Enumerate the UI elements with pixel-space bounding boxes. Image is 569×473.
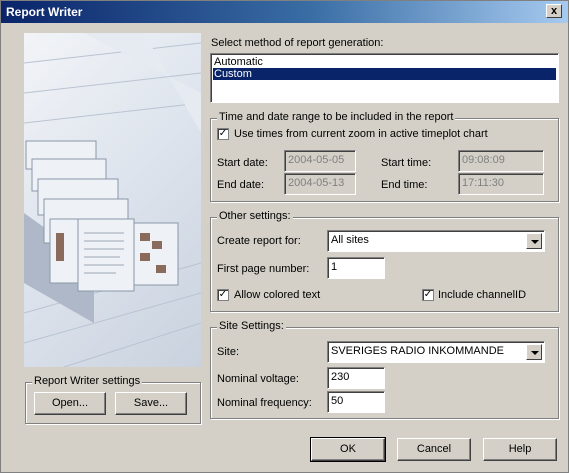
create-report-for-dropdown[interactable]: All sites: [327, 230, 545, 252]
report-writer-settings-title: Report Writer settings: [32, 375, 143, 387]
end-time-field[interactable]: 17:11:30: [458, 173, 544, 195]
create-report-for-value: All sites: [331, 234, 369, 246]
start-date-field[interactable]: 2004-05-05: [284, 150, 356, 172]
site-value: SVERIGES RADIO INKOMMANDE: [331, 345, 504, 357]
first-page-field[interactable]: 1: [327, 257, 385, 279]
chevron-down-icon[interactable]: [526, 233, 542, 249]
chevron-down-icon[interactable]: [526, 344, 542, 360]
nominal-frequency-label: Nominal frequency:: [217, 397, 312, 409]
end-date-label: End date:: [217, 179, 265, 191]
method-option-automatic[interactable]: Automatic: [213, 56, 556, 68]
method-label: Select method of report generation:: [211, 37, 384, 49]
site-settings-title: Site Settings:: [217, 320, 286, 332]
open-button[interactable]: Open...: [34, 392, 106, 415]
help-button[interactable]: Help: [483, 438, 557, 461]
close-button[interactable]: x: [546, 4, 562, 18]
method-listbox[interactable]: Automatic Custom: [210, 53, 559, 103]
include-channel-checkbox[interactable]: ✓: [422, 289, 434, 301]
save-button[interactable]: Save...: [115, 392, 187, 415]
use-times-checkbox[interactable]: ✓: [217, 128, 229, 140]
start-time-label: Start time:: [381, 157, 432, 169]
nominal-frequency-field[interactable]: 50: [327, 391, 385, 413]
time-range-title: Time and date range to be included in th…: [217, 111, 456, 123]
site-label: Site:: [217, 346, 240, 358]
nominal-voltage-field[interactable]: 230: [327, 367, 385, 389]
report-writer-dialog: Report Writer x Select method of report …: [0, 0, 569, 473]
allow-colored-label: Allow colored text: [234, 289, 321, 301]
window-title: Report Writer: [6, 5, 83, 19]
method-option-custom[interactable]: Custom: [213, 68, 556, 80]
ok-button[interactable]: OK: [310, 437, 386, 462]
site-dropdown[interactable]: SVERIGES RADIO INKOMMANDE: [327, 341, 545, 363]
include-channel-label: Include channelID: [438, 289, 527, 301]
allow-colored-checkbox[interactable]: ✓: [217, 289, 229, 301]
start-time-field[interactable]: 09:08:09: [458, 150, 544, 172]
start-date-label: Start date:: [217, 157, 268, 169]
nominal-voltage-label: Nominal voltage:: [217, 373, 299, 385]
end-date-field[interactable]: 2004-05-13: [284, 173, 356, 195]
cancel-button[interactable]: Cancel: [397, 438, 471, 461]
use-times-label: Use times from current zoom in active ti…: [234, 128, 488, 140]
create-report-for-label: Create report for:: [217, 235, 301, 247]
first-page-label: First page number:: [217, 263, 310, 275]
title-bar[interactable]: Report Writer x: [1, 1, 568, 23]
other-settings-title: Other settings:: [217, 210, 293, 222]
report-illustration: [24, 33, 201, 367]
end-time-label: End time:: [381, 179, 428, 191]
